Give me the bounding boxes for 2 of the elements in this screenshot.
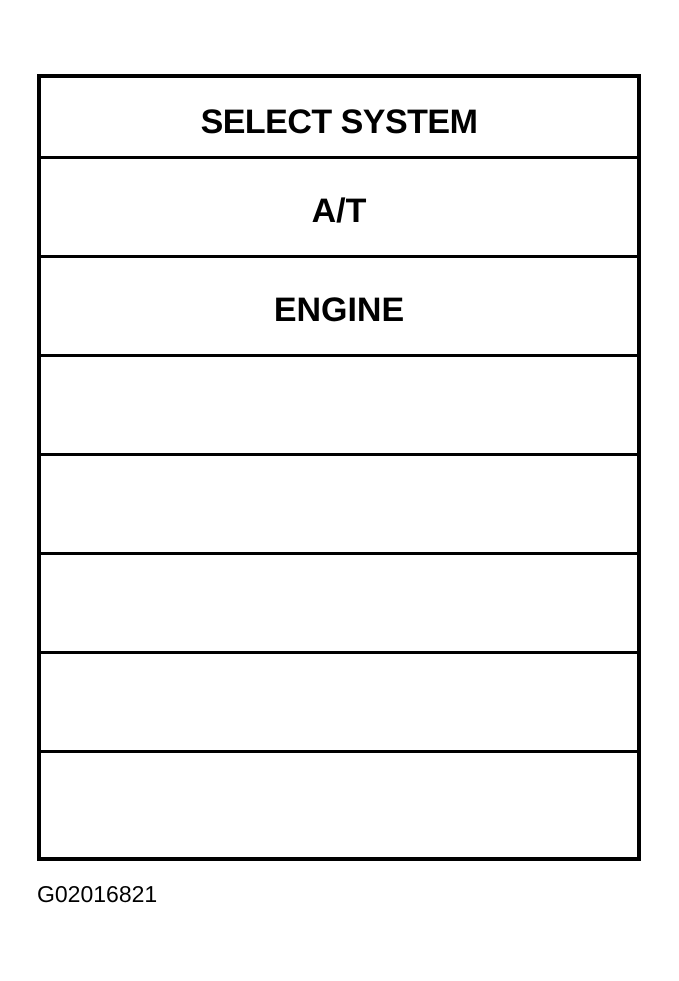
figure-id: G02016821 bbox=[37, 881, 158, 907]
panel-title: SELECT SYSTEM bbox=[200, 105, 478, 139]
